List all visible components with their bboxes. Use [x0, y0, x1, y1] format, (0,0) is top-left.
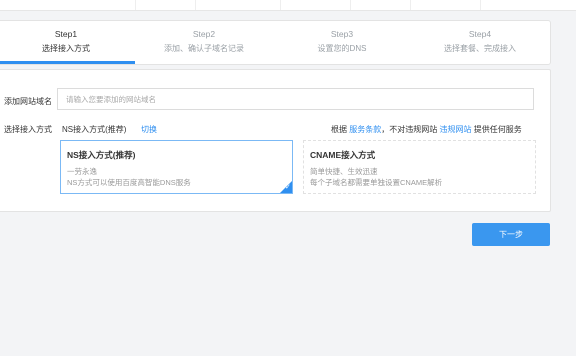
- step-label: 选择套餐、完成接入: [444, 44, 516, 53]
- cname-option-card[interactable]: CNAME接入方式 简单快捷、生效迅速 每个子域名都需要单独设置CNAME解析: [303, 140, 536, 194]
- step-label: 选择接入方式: [42, 44, 90, 53]
- current-method: NS接入方式(推荐): [62, 125, 127, 134]
- option-desc: 每个子域名都需要单独设置CNAME解析: [310, 178, 443, 187]
- domain-form-card: 添加网站域名 选择接入方式 NS接入方式(推荐) 切换 根据 服务条款，不对违规…: [0, 69, 551, 212]
- step-label: 设置您的DNS: [317, 44, 367, 53]
- next-step-button[interactable]: 下一步: [472, 223, 550, 246]
- switch-link[interactable]: 切换: [141, 124, 157, 135]
- step-number: Step1: [54, 29, 78, 39]
- top-bar-segment: [0, 0, 136, 10]
- step-3: Step3 设置您的DNS: [273, 21, 411, 64]
- terms-notice: 根据 服务条款，不对违规网站 违规网站 提供任何服务: [331, 124, 522, 135]
- option-desc: 一劳永逸: [67, 167, 97, 176]
- step-number: Step4: [468, 29, 492, 39]
- option-title: CNAME接入方式: [310, 150, 376, 160]
- step-label: 添加、确认子域名记录: [164, 44, 244, 53]
- method-label: 选择接入方式: [4, 125, 52, 134]
- ns-option-card[interactable]: NS接入方式(推荐) 一劳永逸 NS方式可以使用百度高智能DNS服务 ✓: [60, 140, 293, 194]
- top-bar-segment: [280, 0, 351, 10]
- step-2: Step2 添加、确认子域名记录: [135, 21, 273, 64]
- selected-corner-badge: ✓: [280, 181, 292, 193]
- option-desc: 简单快捷、生效迅速: [310, 167, 378, 176]
- top-bar-segment: [195, 0, 281, 10]
- terms-prefix: 根据: [331, 125, 347, 134]
- top-bar-segment: [350, 0, 411, 10]
- option-title: NS接入方式(推荐): [67, 150, 136, 160]
- step-4: Step4 选择套餐、完成接入: [411, 21, 549, 64]
- violation-link[interactable]: 违规网站: [439, 125, 471, 134]
- step-1: Step1 选择接入方式: [0, 21, 135, 64]
- option-desc: NS方式可以使用百度高智能DNS服务: [67, 178, 191, 187]
- check-icon: ✓: [285, 184, 291, 191]
- step-indicator: Step1 选择接入方式 Step2 添加、确认子域名记录 Step3 设置您的…: [0, 20, 551, 65]
- domain-input[interactable]: [58, 89, 533, 109]
- terms-suffix: 提供任何服务: [473, 125, 522, 134]
- active-step-bar: [0, 61, 135, 64]
- step-number: Step3: [330, 29, 354, 39]
- domain-input-box: [57, 88, 534, 110]
- top-bar: [0, 0, 576, 11]
- terms-middle: ，不对违规网站: [381, 125, 438, 134]
- top-bar-segment: [410, 0, 481, 10]
- domain-label: 添加网站域名: [4, 97, 52, 106]
- top-bar-segment: [135, 0, 196, 10]
- terms-link[interactable]: 服务条款: [349, 125, 381, 134]
- step-number: Step2: [192, 29, 216, 39]
